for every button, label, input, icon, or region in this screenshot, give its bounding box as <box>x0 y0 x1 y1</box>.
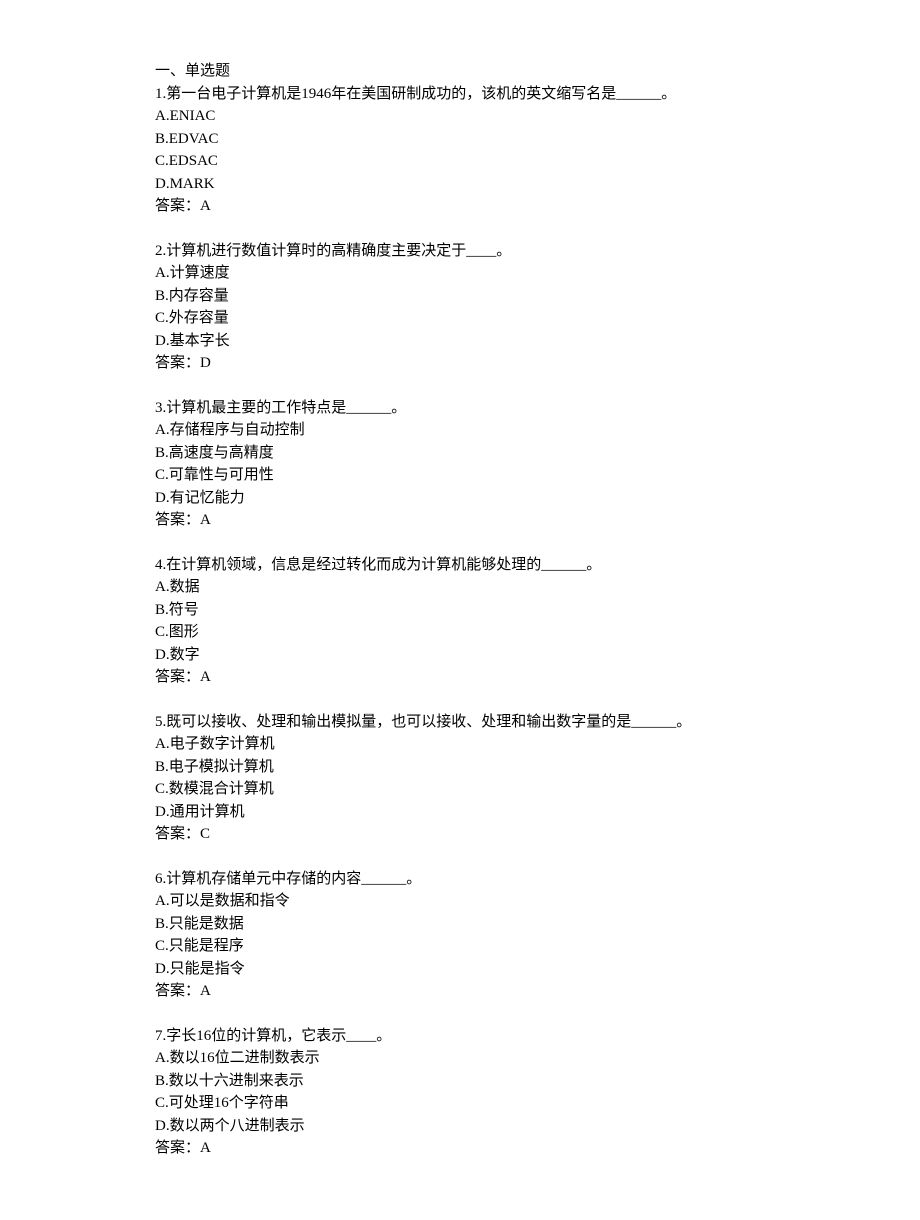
question-answer-line: 答案：A <box>155 1137 770 1160</box>
answer-value: A <box>200 1140 211 1156</box>
question-option: D.数字 <box>155 644 770 667</box>
question-block: 7.字长16位的计算机，它表示____。A.数以16位二进制数表示B.数以十六进… <box>155 1025 770 1160</box>
question-option: C.可靠性与可用性 <box>155 464 770 487</box>
question-number: 3 <box>155 400 163 416</box>
questions-container: 1.第一台电子计算机是1946年在美国研制成功的，该机的英文缩写名是______… <box>155 83 770 1160</box>
question-option: C.数模混合计算机 <box>155 778 770 801</box>
answer-label: 答案： <box>155 669 200 685</box>
question-number: 4 <box>155 557 163 573</box>
question-text: 计算机最主要的工作特点是______。 <box>166 400 406 416</box>
question-number: 5 <box>155 714 163 730</box>
question-stem: 6.计算机存储单元中存储的内容______。 <box>155 868 770 891</box>
question-answer-line: 答案：A <box>155 980 770 1003</box>
question-stem: 5.既可以接收、处理和输出模拟量，也可以接收、处理和输出数字量的是______。 <box>155 711 770 734</box>
answer-value: A <box>200 198 211 214</box>
question-text: 计算机存储单元中存储的内容______。 <box>166 871 421 887</box>
question-block: 6.计算机存储单元中存储的内容______。A.可以是数据和指令B.只能是数据C… <box>155 868 770 1003</box>
question-stem: 7.字长16位的计算机，它表示____。 <box>155 1025 770 1048</box>
answer-label: 答案： <box>155 355 200 371</box>
question-option: C.外存容量 <box>155 307 770 330</box>
answer-value: C <box>200 826 210 842</box>
question-option: D.通用计算机 <box>155 801 770 824</box>
question-option: A.计算速度 <box>155 262 770 285</box>
question-block: 4.在计算机领域，信息是经过转化而成为计算机能够处理的______。A.数据B.… <box>155 554 770 689</box>
question-text: 在计算机领域，信息是经过转化而成为计算机能够处理的______。 <box>166 557 601 573</box>
question-answer-line: 答案：C <box>155 823 770 846</box>
question-stem: 1.第一台电子计算机是1946年在美国研制成功的，该机的英文缩写名是______… <box>155 83 770 106</box>
question-number: 1 <box>155 86 163 102</box>
question-block: 1.第一台电子计算机是1946年在美国研制成功的，该机的英文缩写名是______… <box>155 83 770 218</box>
question-number: 7 <box>155 1028 163 1044</box>
question-option: B.数以十六进制来表示 <box>155 1070 770 1093</box>
question-option: B.内存容量 <box>155 285 770 308</box>
question-option: D.数以两个八进制表示 <box>155 1115 770 1138</box>
question-option: D.有记忆能力 <box>155 487 770 510</box>
question-text: 计算机进行数值计算时的高精确度主要决定于____。 <box>166 243 511 259</box>
answer-value: A <box>200 669 211 685</box>
question-option: A.ENIAC <box>155 105 770 128</box>
question-option: A.数以16位二进制数表示 <box>155 1047 770 1070</box>
question-block: 5.既可以接收、处理和输出模拟量，也可以接收、处理和输出数字量的是______。… <box>155 711 770 846</box>
question-option: A.电子数字计算机 <box>155 733 770 756</box>
answer-value: A <box>200 512 211 528</box>
question-stem: 2.计算机进行数值计算时的高精确度主要决定于____。 <box>155 240 770 263</box>
answer-value: D <box>200 355 211 371</box>
question-block: 3.计算机最主要的工作特点是______。A.存储程序与自动控制B.高速度与高精… <box>155 397 770 532</box>
question-block: 2.计算机进行数值计算时的高精确度主要决定于____。A.计算速度B.内存容量C… <box>155 240 770 375</box>
section-title: 一、单选题 <box>155 60 770 83</box>
question-option: D.MARK <box>155 173 770 196</box>
question-option: A.可以是数据和指令 <box>155 890 770 913</box>
question-option: C.只能是程序 <box>155 935 770 958</box>
document-page: 一、单选题 1.第一台电子计算机是1946年在美国研制成功的，该机的英文缩写名是… <box>0 0 920 1220</box>
question-text: 既可以接收、处理和输出模拟量，也可以接收、处理和输出数字量的是______。 <box>166 714 691 730</box>
question-option: B.电子模拟计算机 <box>155 756 770 779</box>
question-text: 第一台电子计算机是1946年在美国研制成功的，该机的英文缩写名是______。 <box>166 86 676 102</box>
answer-value: A <box>200 983 211 999</box>
question-stem: 4.在计算机领域，信息是经过转化而成为计算机能够处理的______。 <box>155 554 770 577</box>
question-option: B.高速度与高精度 <box>155 442 770 465</box>
answer-label: 答案： <box>155 1140 200 1156</box>
question-option: B.符号 <box>155 599 770 622</box>
question-stem: 3.计算机最主要的工作特点是______。 <box>155 397 770 420</box>
answer-label: 答案： <box>155 512 200 528</box>
answer-label: 答案： <box>155 198 200 214</box>
question-option: A.数据 <box>155 576 770 599</box>
question-option: C.图形 <box>155 621 770 644</box>
question-answer-line: 答案：A <box>155 666 770 689</box>
question-number: 6 <box>155 871 163 887</box>
question-option: C.EDSAC <box>155 150 770 173</box>
question-option: A.存储程序与自动控制 <box>155 419 770 442</box>
question-option: D.只能是指令 <box>155 958 770 981</box>
answer-label: 答案： <box>155 983 200 999</box>
question-number: 2 <box>155 243 163 259</box>
question-option: C.可处理16个字符串 <box>155 1092 770 1115</box>
question-answer-line: 答案：A <box>155 195 770 218</box>
answer-label: 答案： <box>155 826 200 842</box>
question-answer-line: 答案：D <box>155 352 770 375</box>
question-text: 字长16位的计算机，它表示____。 <box>166 1028 391 1044</box>
question-option: B.只能是数据 <box>155 913 770 936</box>
question-option: B.EDVAC <box>155 128 770 151</box>
question-answer-line: 答案：A <box>155 509 770 532</box>
question-option: D.基本字长 <box>155 330 770 353</box>
